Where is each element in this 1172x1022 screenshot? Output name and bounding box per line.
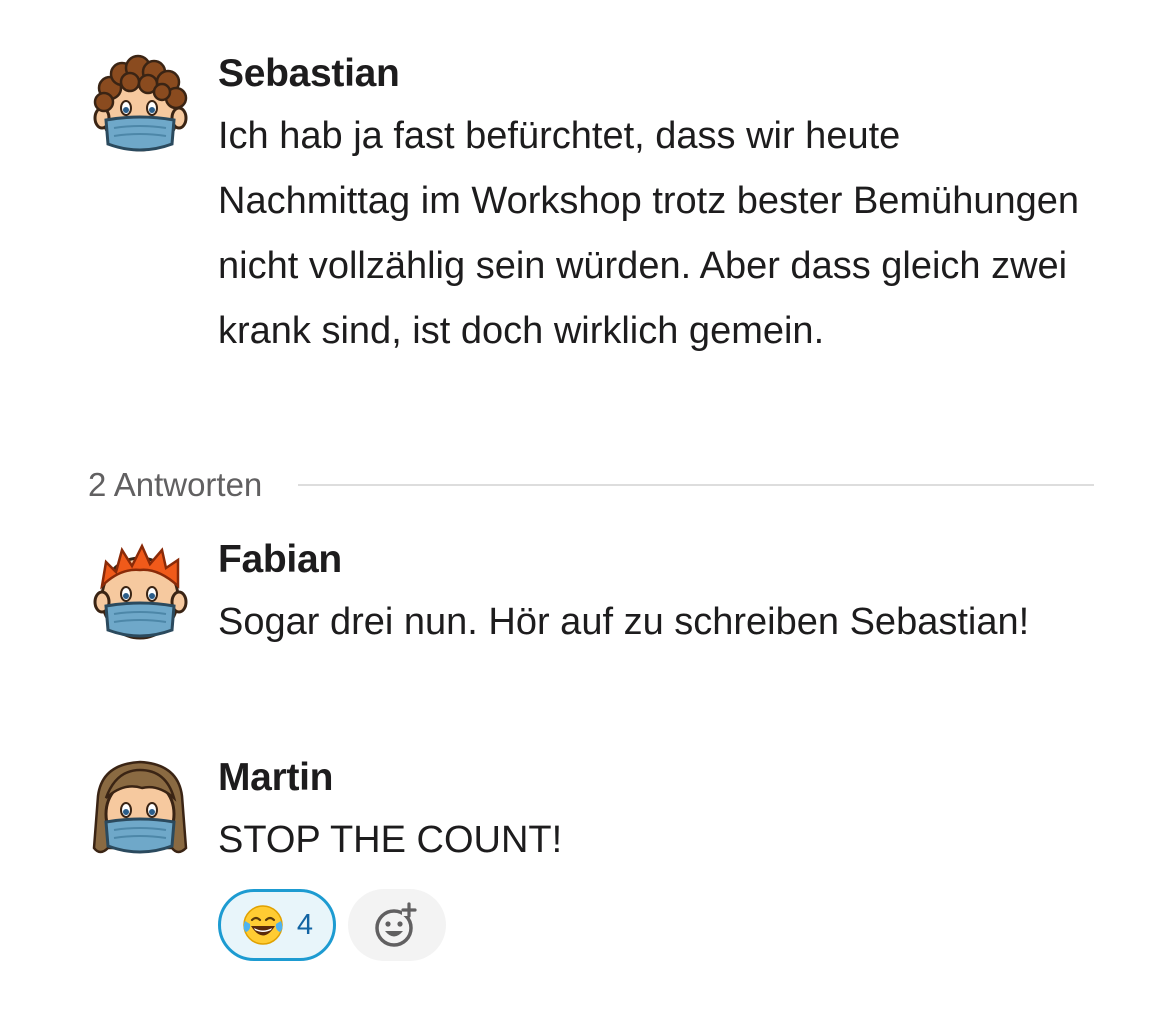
add-reaction-button[interactable] bbox=[348, 889, 446, 961]
replies-count: 2 Antworten bbox=[88, 466, 263, 503]
reaction-count: 4 bbox=[296, 908, 314, 941]
message-body: Fabian Sogar drei nun. Hör auf zu schrei… bbox=[218, 538, 1088, 655]
message-text: Sogar drei nun. Hör auf zu schreiben Seb… bbox=[218, 601, 1030, 643]
avatar-martin[interactable] bbox=[88, 756, 192, 860]
avatar-curly-brown-hair-mask-icon bbox=[93, 54, 188, 152]
avatar-sebastian[interactable] bbox=[88, 52, 192, 156]
message-text: STOP THE COUNT! bbox=[218, 819, 563, 861]
reaction-tears-of-joy[interactable]: 4 bbox=[218, 889, 336, 961]
message-author[interactable]: Sebastian bbox=[218, 52, 1088, 96]
add-reaction-icon bbox=[375, 902, 417, 947]
avatar-red-hair-mask-icon bbox=[93, 543, 188, 640]
divider-line bbox=[298, 484, 1094, 486]
avatar-long-brown-hair-mask-icon bbox=[92, 760, 188, 854]
message-author[interactable]: Fabian bbox=[218, 538, 1088, 582]
avatar-fabian[interactable] bbox=[88, 538, 192, 642]
tears-of-joy-emoji-icon bbox=[243, 905, 283, 945]
message-body: Sebastian Ich hab ja fast befürchtet, da… bbox=[218, 52, 1088, 364]
message-text: Ich hab ja fast befürchtet, dass wir heu… bbox=[218, 115, 1080, 352]
thread-view: Sebastian Ich hab ja fast befürchtet, da… bbox=[0, 0, 1172, 1022]
replies-divider: 2 Antworten bbox=[88, 462, 1094, 508]
reactions-bar: 4 bbox=[218, 889, 1088, 961]
message-body: Martin STOP THE COUNT! 4 bbox=[218, 756, 1088, 961]
message-author[interactable]: Martin bbox=[218, 756, 1088, 800]
